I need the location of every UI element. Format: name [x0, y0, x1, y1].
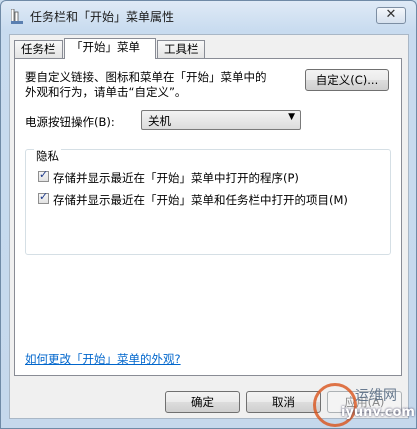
- checkmark-icon: ✓: [39, 168, 49, 181]
- customize-button[interactable]: 自定义(C)...: [305, 69, 389, 91]
- checkmark-icon: ✓: [39, 190, 49, 203]
- watermark-url: iyunv.com: [341, 405, 415, 420]
- description-line-2: 外观和行为，请单击“自定义”。: [25, 85, 187, 99]
- close-icon: ✕: [385, 7, 397, 22]
- ok-button[interactable]: 确定: [165, 391, 240, 413]
- start-menu-panel: 要自定义链接、图标和菜单在「开始」菜单中的 外观和行为，请单击“自定义”。 自定…: [14, 58, 402, 376]
- watermark-title: 运维网: [355, 388, 397, 404]
- privacy-group: 隐私 ✓ 存储并显示最近在「开始」菜单中打开的程序(P) ✓ 存储并显示最近在「…: [25, 148, 391, 255]
- taskbar-properties-icon: [11, 9, 23, 24]
- power-button-select[interactable]: 关机 ▼: [141, 110, 301, 130]
- power-button-label: 电源按钮操作(B):: [25, 115, 115, 129]
- privacy-group-title: 隐私: [34, 148, 61, 164]
- chevron-down-icon: ▼: [288, 112, 295, 122]
- checkbox-box[interactable]: ✓: [38, 190, 49, 204]
- window-title: 任务栏和「开始」菜单属性: [30, 10, 175, 24]
- checkbox-box[interactable]: ✓: [38, 168, 49, 182]
- checkbox-label: 存储并显示最近在「开始」菜单中打开的程序(P): [53, 171, 299, 185]
- tab-taskbar[interactable]: 任务栏: [14, 40, 63, 58]
- help-link[interactable]: 如何更改「开始」菜单的外观?: [25, 351, 181, 367]
- tab-toolbars[interactable]: 工具栏: [157, 40, 205, 58]
- customize-description: 要自定义链接、图标和菜单在「开始」菜单中的 外观和行为，请单击“自定义”。: [25, 70, 295, 100]
- checkbox-label: 存储并显示最近在「开始」菜单和任务栏中打开的项目(M): [53, 193, 348, 207]
- description-line-1: 要自定义链接、图标和菜单在「开始」菜单中的: [25, 70, 267, 84]
- dialog-window: 任务栏和「开始」菜单属性 ✕ 任务栏 「开始」菜单 工具栏 要自定义链接、图标和…: [0, 0, 417, 429]
- dialog-client-area: 任务栏 「开始」菜单 工具栏 要自定义链接、图标和菜单在「开始」菜单中的 外观和…: [9, 34, 409, 419]
- close-button[interactable]: ✕: [376, 7, 406, 24]
- cancel-button[interactable]: 取消: [246, 391, 321, 413]
- tab-start-menu[interactable]: 「开始」菜单: [64, 38, 156, 59]
- power-button-value: 关机: [148, 114, 171, 128]
- title-bar[interactable]: 任务栏和「开始」菜单属性 ✕: [1, 1, 416, 31]
